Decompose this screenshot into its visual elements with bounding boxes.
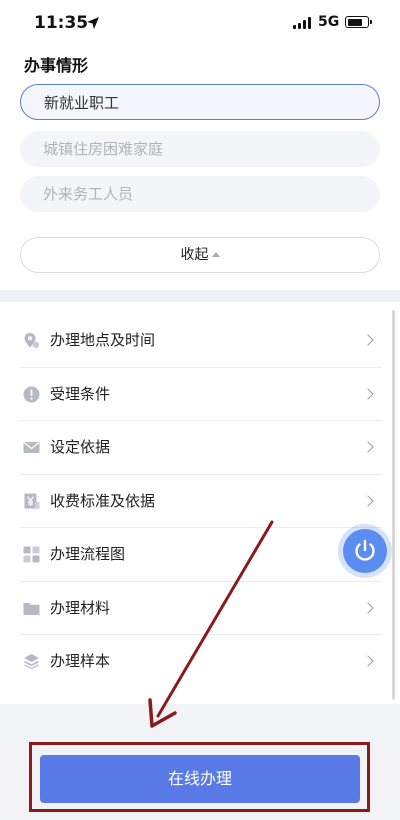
chevron-right-icon	[362, 334, 374, 346]
menu-item-legal-basis[interactable]: 设定依据	[20, 421, 382, 475]
alert-circle-icon	[23, 386, 40, 402]
floating-power-button[interactable]	[343, 529, 387, 573]
layers-icon	[24, 654, 39, 670]
option-new-employee[interactable]: 新就业职工	[20, 84, 380, 120]
section-title: 办事情形	[24, 56, 89, 75]
signal-icon	[293, 17, 313, 29]
menu-label: 设定依据	[50, 438, 111, 456]
network-type: 5G	[318, 14, 340, 30]
option-urban-housing[interactable]: 城镇住房困难家庭	[20, 131, 380, 167]
chevron-right-icon	[362, 601, 374, 614]
grid-flow-icon	[23, 546, 40, 563]
chevron-right-icon	[362, 441, 374, 453]
collapse-label: 收起	[180, 247, 209, 263]
info-menu: 办理地点及时间 受理条件 设定依据 收费标准及依据 办理流程图 办理材料 办理样…	[0, 314, 400, 689]
menu-label: 办理样本	[50, 652, 111, 670]
collapse-button[interactable]: 收起	[20, 237, 380, 273]
annotation-highlight-box	[29, 742, 370, 812]
menu-item-location-time[interactable]: 办理地点及时间	[20, 314, 382, 368]
battery-icon	[345, 16, 372, 28]
chevron-right-icon	[362, 387, 374, 400]
caret-up-icon	[211, 252, 220, 257]
menu-item-flowchart[interactable]: 办理流程图	[20, 528, 382, 582]
power-icon	[355, 539, 375, 561]
menu-item-sample[interactable]: 办理样本	[20, 635, 382, 689]
yen-document-icon	[24, 493, 40, 509]
menu-label: 办理地点及时间	[50, 331, 156, 349]
scrollbar[interactable]	[392, 310, 395, 700]
menu-label: 受理条件	[50, 384, 111, 403]
menu-label: 办理材料	[50, 598, 111, 617]
location-pin-icon	[24, 333, 40, 349]
chevron-right-icon	[362, 655, 374, 667]
menu-label: 办理流程图	[50, 545, 126, 563]
status-time: 11:35	[34, 13, 89, 33]
menu-label: 收费标准及依据	[50, 491, 156, 510]
folder-icon	[23, 602, 40, 615]
option-migrant-worker[interactable]: 外来务工人员	[20, 176, 380, 212]
menu-item-materials[interactable]: 办理材料	[20, 582, 382, 635]
envelope-icon	[23, 441, 40, 453]
chevron-right-icon	[362, 494, 374, 507]
section-divider	[0, 290, 400, 302]
menu-item-conditions[interactable]: 受理条件	[20, 368, 382, 421]
menu-item-fee-standard[interactable]: 收费标准及依据	[20, 475, 382, 528]
status-bar: 11:35 5G	[0, 0, 400, 46]
location-arrow-icon	[87, 17, 99, 29]
